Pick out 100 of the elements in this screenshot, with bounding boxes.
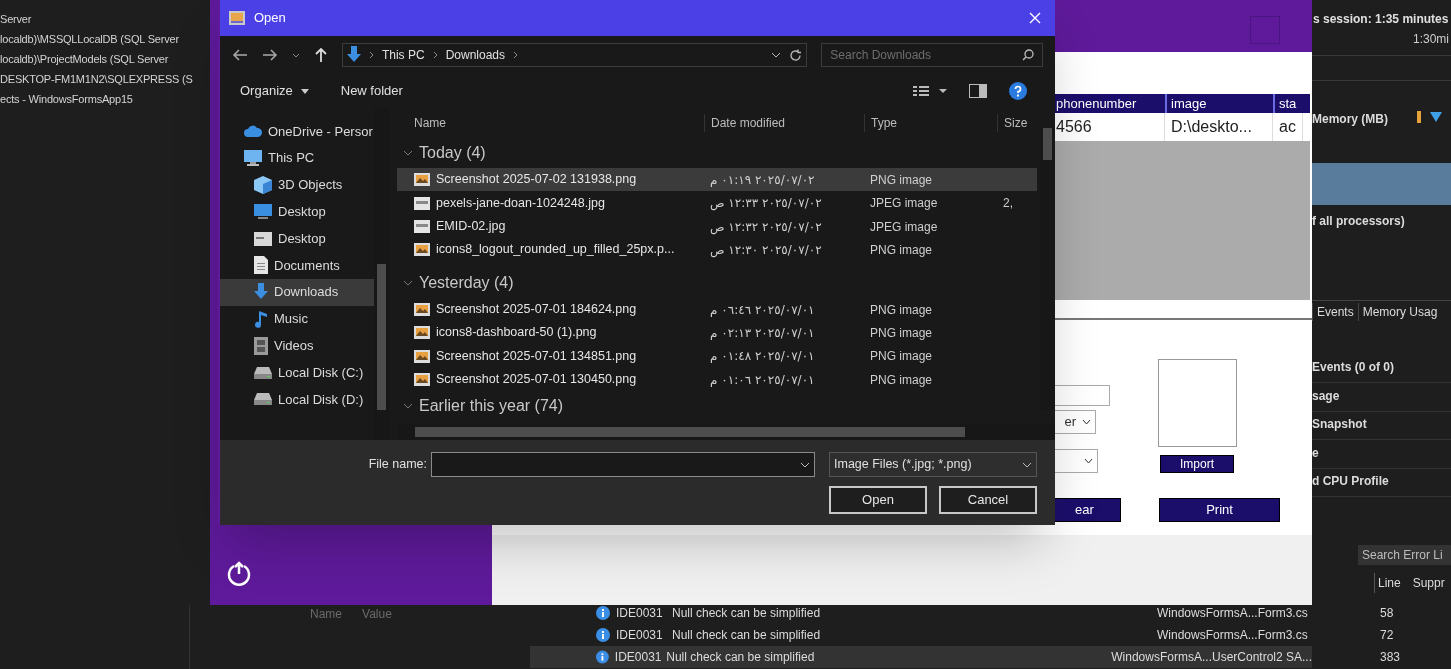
chevron-icon[interactable] [771,52,782,58]
music-note-icon [254,309,268,328]
toolbar-button[interactable]: New folder [340,81,403,101]
search-field[interactable]: Search Downloads [821,43,1043,67]
nav-item[interactable]: Videos [220,332,374,360]
dialog-button[interactable]: Cancel [939,486,1037,514]
table-cell: D:\deskto... [1165,113,1273,141]
dialog-button[interactable]: Open [829,486,927,514]
window-icon [254,231,272,246]
file-name: icons8-dashboard-50 (1).png [436,324,597,342]
breadcrumb[interactable]: Downloads [445,46,505,64]
field-label: File name: [368,456,427,474]
type-cell: JPEG image [870,196,938,211]
tree-item[interactable]: DESKTOP-FM1M1N2\SQLEXPRESS (S [0,69,212,89]
chevron-right-icon [368,51,374,59]
cpu-label: f all processors) [1312,213,1405,230]
file-name: Screenshot 2025-07-01 130450.png [436,371,637,389]
help-icon[interactable] [1009,82,1027,100]
file-cell-text: WindowsFormsA...Form3.cs [1157,627,1308,644]
error-row[interactable]: IDE0031 Null check can be simplified WindowsFormsA...Form3.cs [530,624,1312,646]
type-cell: JPEG image [870,219,938,234]
date-cell: ٢٠٢٥/٠٧/٠١ ٠١:٤٨ م [710,349,815,364]
nav-item[interactable]: Desktop [220,198,374,226]
date-cell: ٢٠٢٥/٠٧/٠٢ ٠١:١٩ م [710,172,815,187]
info-icon [596,606,610,620]
document-icon [254,256,268,275]
nav-item[interactable]: Desktop [220,225,374,252]
type-cell: PNG image [870,243,933,258]
nav-item[interactable]: Music [220,305,374,333]
chevron-icon [1082,419,1091,425]
nav-item[interactable]: Downloads [220,278,374,306]
close-icon[interactable] [1029,12,1041,24]
column-header[interactable]: Suppr [1412,574,1445,592]
column-header[interactable]: Type [864,114,997,132]
view-options-icon[interactable] [913,85,947,97]
info-icon [596,628,610,642]
error-row[interactable]: IDE0031 Null check can be simplified WindowsFormsA...Form3.cs [530,602,1312,624]
nav-item[interactable]: Local Disk (C:) [220,359,374,386]
nav-item[interactable]: Documents [220,252,374,279]
computer-icon [244,150,262,167]
date-cell: ٢٠٢٥/٠٧/٠١ ٠٦:٤٦ م [710,302,815,317]
summary-item: Events (0 of 0) [1312,359,1395,376]
collapse-icon[interactable] [403,150,413,156]
logout-icon[interactable] [226,560,252,586]
error-code: IDE0031 [616,605,664,622]
summary-item: d CPU Profile [1312,473,1389,490]
tree-item[interactable]: ects - WindowsFormsApp15 [0,89,212,109]
panel-tab[interactable]: Memory Usag [1357,303,1442,321]
summary-item: sage [1312,388,1340,405]
app-icon [228,10,246,26]
address-bar[interactable]: This PC Downloads [341,43,808,67]
tree-item[interactable]: localdb)\ProjectModels (SQL Server [0,49,212,69]
back-icon[interactable] [232,48,248,62]
chevron-right-icon [432,51,438,59]
table-cell-text: 72 [1380,627,1394,644]
column-header[interactable]: Size [997,114,1037,132]
error-code: IDE0031 [616,627,664,644]
column-header[interactable]: Date modified [704,114,864,132]
forward-icon[interactable] [262,48,278,62]
column-header[interactable]: Line [1378,574,1401,592]
file-type-dropdown[interactable]: Image Files (*.jpg; *.png) [829,452,1037,477]
file-name-field[interactable] [431,452,815,477]
nav-item[interactable]: This PC [220,144,374,172]
breadcrumb[interactable]: This PC [381,46,425,64]
error-row[interactable]: IDE0031 Null check can be simplified WindowsFormsA...UserControl2 SA... [530,646,1312,668]
tree-item[interactable]: localdb)\MSSQLLocalDB (SQL Server [0,29,212,49]
image-file-icon [414,349,430,363]
file-name: EMID-02.jpg [436,218,506,236]
nav-item[interactable]: Local Disk (D:) [220,385,374,413]
file-name: Screenshot 2025-07-01 184624.png [436,300,637,318]
toolbar-button[interactable]: Organize [240,81,309,101]
collapse-icon[interactable] [403,403,413,410]
group-header[interactable]: Yesterday (4) [419,270,514,295]
image-file-icon [414,243,430,257]
drive-icon [254,393,272,406]
image-file-icon [414,326,430,340]
group-header[interactable]: Earlier this year (74) [419,394,564,419]
search-field[interactable]: Search Error Li [1358,545,1451,565]
date-cell: ٢٠٢٥/٠٧/٠٢ ١٢:٣٠ ص [710,243,822,258]
column-header: Value [362,606,392,623]
form-button[interactable]: Print [1159,498,1280,522]
tree-item[interactable]: Server [0,9,212,29]
size-cell: 2, [1003,196,1013,211]
column-header[interactable]: Name [414,114,704,132]
collapse-icon[interactable] [403,279,413,286]
file-name: icons8_logout_rounded_up_filled_25px.p... [436,241,675,259]
form-button[interactable]: Import [1160,455,1234,473]
nav-item[interactable]: 3D Objects [220,171,374,199]
date-cell: ٢٠٢٥/٠٧/٠٢ ١٢:٣٣ ص [710,196,822,211]
chevron-icon[interactable] [291,52,300,58]
column-header: Name [310,606,342,623]
refresh-icon[interactable] [789,48,803,62]
snapshot-marker-icon [1416,111,1422,123]
nav-item[interactable]: OneDrive - Persor [220,118,374,145]
chevron-icon [800,461,810,468]
cloud-icon [244,125,262,138]
preview-pane-icon[interactable] [969,84,987,98]
file-cell-text: WindowsFormsA...Form3.cs [1157,605,1308,622]
group-header[interactable]: Today (4) [419,141,486,165]
up-icon[interactable] [313,47,328,63]
